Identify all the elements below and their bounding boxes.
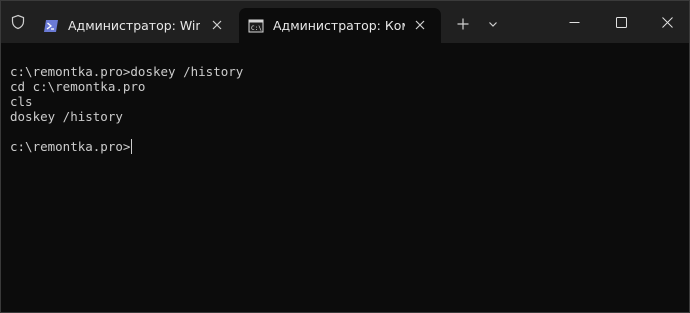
console-line: cls <box>10 94 33 109</box>
chevron-down-icon <box>489 22 497 27</box>
plus-icon <box>457 18 469 30</box>
tab-dropdown-button[interactable] <box>483 14 503 34</box>
console-line: cd c:\remontka.pro <box>10 79 146 94</box>
prompt-text: c:\remontka.pro> <box>10 139 131 154</box>
tab-title: Администратор: Windo <box>68 18 200 33</box>
close-tab-icon[interactable] <box>210 18 224 32</box>
console-output[interactable]: c:\remontka.pro>doskey /history cd c:\re… <box>1 43 689 312</box>
console-line: c:\remontka.pro>doskey /history <box>10 64 244 79</box>
close-tab-icon[interactable] <box>413 18 427 32</box>
new-tab-button[interactable] <box>453 14 473 34</box>
close-window-button[interactable] <box>644 7 690 37</box>
title-bar[interactable]: Администратор: Windo C:\ Администратор: … <box>1 1 689 43</box>
tab-command-prompt[interactable]: C:\ Администратор: Кома <box>239 8 441 43</box>
minimize-button[interactable] <box>551 7 597 37</box>
tab-powershell[interactable]: Администратор: Windo <box>34 8 238 43</box>
command-prompt-icon: C:\ <box>248 19 264 32</box>
close-icon <box>661 16 673 28</box>
shield-icon <box>7 11 29 33</box>
tab-title: Администратор: Кома <box>273 18 405 33</box>
terminal-window: Администратор: Windo C:\ Администратор: … <box>0 0 690 313</box>
text-cursor <box>131 139 133 154</box>
minimize-icon <box>569 21 579 23</box>
powershell-icon <box>44 19 58 32</box>
maximize-button[interactable] <box>598 7 644 37</box>
console-line: doskey /history <box>10 109 123 124</box>
maximize-icon <box>615 16 627 28</box>
prompt-line[interactable]: c:\remontka.pro> <box>10 139 689 154</box>
svg-text:C:\: C:\ <box>251 25 262 32</box>
